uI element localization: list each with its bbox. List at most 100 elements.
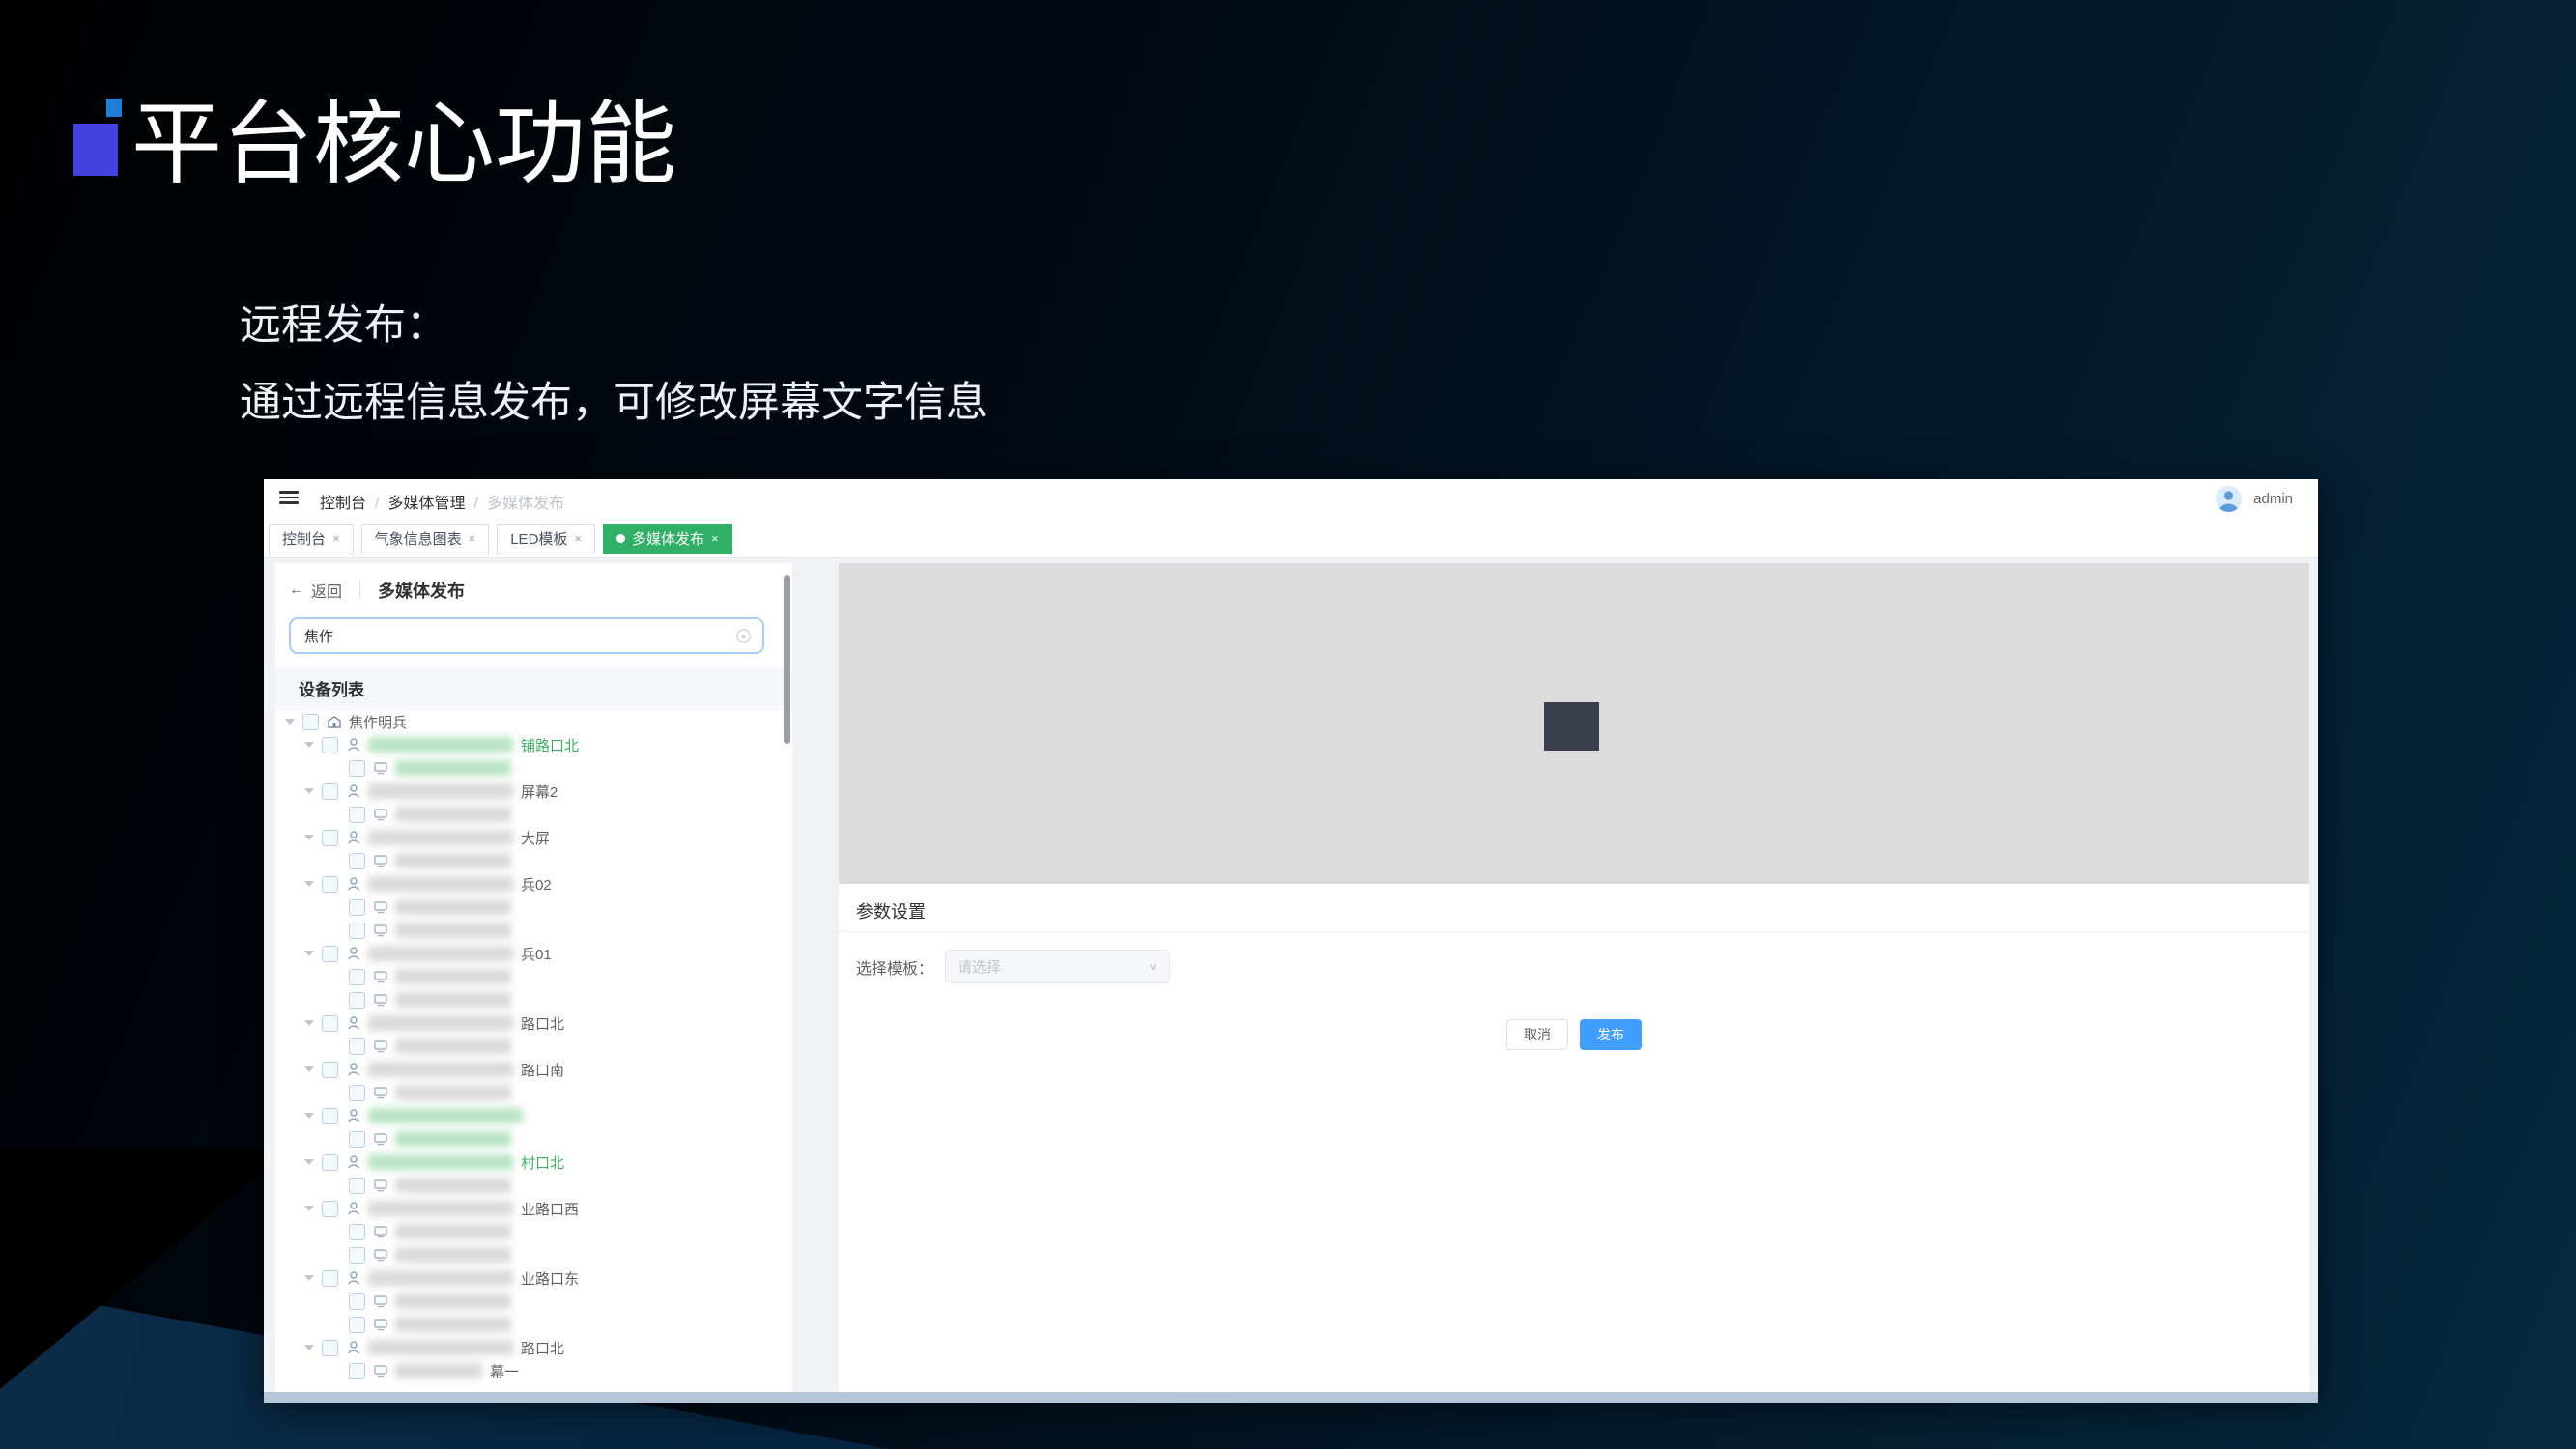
user-icon-wrap (346, 1270, 361, 1286)
caret-down-icon[interactable] (304, 951, 314, 956)
tree-checkbox[interactable] (322, 1154, 338, 1171)
tree-device-row[interactable] (275, 1104, 792, 1127)
template-select[interactable]: 请选择 ∨ (945, 950, 1170, 983)
caret-down-icon[interactable] (304, 835, 314, 840)
tree-device-row[interactable]: 业路口西 (275, 1197, 792, 1220)
tab-控制台[interactable]: 控制台× (269, 524, 354, 554)
tree-checkbox[interactable] (322, 876, 338, 893)
clear-search-icon[interactable] (736, 629, 751, 643)
tree-screen-row[interactable] (275, 1035, 792, 1058)
tree-device-row[interactable]: 大屏 (275, 826, 792, 849)
tab-多媒体发布[interactable]: 多媒体发布 × (603, 524, 732, 554)
back-button[interactable]: ← 返回 (289, 579, 342, 602)
screen-icon-wrap (373, 992, 388, 1008)
tree-checkbox[interactable] (349, 807, 365, 823)
tree-checkbox[interactable] (322, 946, 338, 962)
tree-device-row[interactable]: 铺路口北 (275, 733, 792, 756)
tree-screen-row[interactable] (275, 895, 792, 919)
close-tab-icon[interactable]: × (469, 531, 476, 546)
tree-checkbox[interactable] (322, 830, 338, 846)
caret-down-icon[interactable] (304, 881, 314, 887)
tree-device-row[interactable]: 屏幕2 (275, 780, 792, 803)
caret-down-icon[interactable] (304, 1275, 314, 1281)
tree-screen-row[interactable] (275, 1174, 792, 1197)
tree-checkbox[interactable] (349, 1363, 365, 1379)
caret-down-icon[interactable] (304, 742, 314, 748)
tree-scrollbar[interactable] (784, 575, 790, 744)
tree-checkbox[interactable] (349, 1317, 365, 1333)
tree-checkbox[interactable] (349, 923, 365, 939)
tree-checkbox[interactable] (322, 1062, 338, 1078)
search-input[interactable] (291, 628, 736, 644)
cancel-button[interactable]: 取消 (1506, 1019, 1568, 1050)
tree-checkbox[interactable] (322, 1270, 338, 1287)
tree-screen-row[interactable] (275, 1243, 792, 1266)
tree-checkbox[interactable] (349, 1178, 365, 1194)
tree-checkbox[interactable] (322, 737, 338, 753)
close-tab-icon[interactable]: × (332, 531, 340, 546)
tree-screen-row[interactable] (275, 1081, 792, 1104)
tree-checkbox[interactable] (322, 1108, 338, 1124)
tree-checkbox[interactable] (322, 783, 338, 800)
tree-root-row[interactable]: 焦作明兵 (275, 710, 792, 733)
caret-down-icon[interactable] (304, 1066, 314, 1072)
tree-checkbox[interactable] (349, 1224, 365, 1240)
breadcrumb-item[interactable]: 多媒体管理 (387, 496, 465, 512)
close-tab-icon[interactable]: × (574, 531, 582, 546)
user-box[interactable]: admin (2216, 486, 2293, 512)
action-buttons: 取消 发布 (839, 1019, 2309, 1050)
tree-device-row[interactable]: 路口南 (275, 1058, 792, 1081)
tree-checkbox[interactable] (349, 760, 365, 777)
tree-device-row[interactable]: 村口北 (275, 1151, 792, 1174)
tree-checkbox[interactable] (349, 1131, 365, 1148)
caret-down-icon[interactable] (285, 719, 295, 724)
tree-device-row[interactable]: 兵01 (275, 942, 792, 965)
tree-screen-row[interactable] (275, 919, 792, 942)
tree-checkbox[interactable] (302, 714, 319, 730)
tree-device-row[interactable]: 业路口东 (275, 1266, 792, 1290)
tree-device-row[interactable]: 路口北 (275, 1336, 792, 1359)
caret-down-icon[interactable] (304, 1206, 314, 1211)
caret-down-icon[interactable] (304, 1345, 314, 1350)
screen-preview-thumbnail[interactable] (1544, 702, 1599, 751)
tab-LED模板[interactable]: LED模板× (497, 524, 595, 554)
tree-device-row[interactable]: 路口北 (275, 1011, 792, 1035)
tree-screen-row[interactable] (275, 1220, 792, 1243)
caret-down-icon[interactable] (304, 1020, 314, 1026)
tree-checkbox[interactable] (349, 992, 365, 1009)
caret-down-icon[interactable] (304, 788, 314, 794)
tree-device-row[interactable]: 兵02 (275, 872, 792, 895)
horizontal-scrollbar[interactable] (264, 1392, 2318, 1403)
tree-screen-row[interactable] (275, 1127, 792, 1151)
tree-screen-row[interactable] (275, 965, 792, 988)
menu-collapse-icon[interactable] (279, 491, 299, 506)
breadcrumb-item[interactable]: 控制台 (320, 496, 366, 512)
tree-checkbox[interactable] (349, 1038, 365, 1055)
panel-title: 多媒体发布 (378, 578, 465, 603)
tree-screen-row[interactable]: 幕一 (275, 1359, 792, 1382)
tree-checkbox[interactable] (322, 1015, 338, 1032)
tree-checkbox[interactable] (349, 1085, 365, 1101)
caret-down-icon[interactable] (304, 1159, 314, 1165)
tree-checkbox[interactable] (349, 1247, 365, 1264)
tree-screen-row[interactable] (275, 803, 792, 826)
tab-气象信息图表[interactable]: 气象信息图表× (361, 524, 490, 554)
tree-checkbox[interactable] (349, 899, 365, 916)
caret-down-icon[interactable] (304, 1113, 314, 1119)
tree-screen-row[interactable] (275, 1290, 792, 1313)
tree-screen-row[interactable] (275, 756, 792, 780)
tree-checkbox[interactable] (322, 1340, 338, 1356)
device-panel: ← 返回 多媒体发布 设备列表 焦作明兵铺路口北屏幕2大屏兵02兵01路口北路口… (275, 563, 792, 1392)
tree-checkbox[interactable] (322, 1201, 338, 1217)
tree-checkbox[interactable] (349, 969, 365, 985)
tab-label: 多媒体发布 (632, 528, 704, 549)
tree-screen-row[interactable] (275, 988, 792, 1011)
tree-node-label: 业路口东 (521, 1268, 579, 1289)
tree-checkbox[interactable] (349, 1293, 365, 1310)
close-tab-icon[interactable]: × (711, 531, 719, 546)
tree-checkbox[interactable] (349, 853, 365, 869)
tree-screen-row[interactable] (275, 849, 792, 872)
redacted-name-blur (395, 1247, 511, 1263)
tree-screen-row[interactable] (275, 1313, 792, 1336)
publish-button[interactable]: 发布 (1580, 1019, 1642, 1050)
